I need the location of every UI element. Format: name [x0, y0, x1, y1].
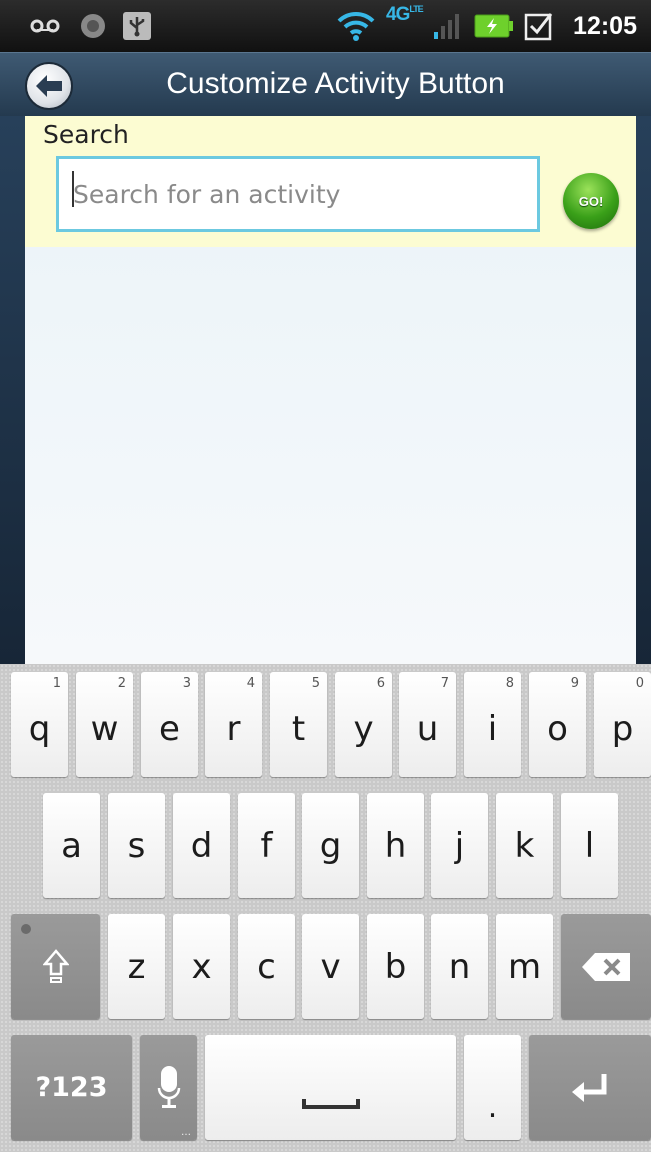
key-l[interactable]: l	[561, 793, 618, 898]
key-v[interactable]: v	[302, 914, 359, 1019]
battery-charging-icon	[474, 0, 514, 52]
signal-icon	[432, 0, 462, 52]
key-a[interactable]: a	[43, 793, 100, 898]
key-r[interactable]: 4r	[205, 672, 262, 777]
key-j[interactable]: j	[431, 793, 488, 898]
key-c[interactable]: c	[238, 914, 295, 1019]
period-label: .	[487, 1090, 498, 1125]
key-f[interactable]: f	[238, 793, 295, 898]
key-m[interactable]: m	[496, 914, 553, 1019]
status-bar: 4GLTE 12:05	[0, 0, 651, 52]
period-key[interactable]: .	[464, 1035, 521, 1140]
space-key[interactable]	[205, 1035, 456, 1140]
text-cursor	[72, 171, 74, 207]
enter-key[interactable]	[529, 1035, 651, 1140]
key-s[interactable]: s	[108, 793, 165, 898]
key-u[interactable]: 7u	[399, 672, 456, 777]
search-area: Search GO!	[25, 116, 636, 247]
back-arrow-icon	[36, 75, 62, 97]
key-t[interactable]: 5t	[270, 672, 327, 777]
key-x[interactable]: x	[173, 914, 230, 1019]
search-input[interactable]	[56, 156, 540, 232]
backspace-icon	[582, 952, 630, 981]
key-p[interactable]: 0p	[594, 672, 651, 777]
circle-icon	[80, 0, 106, 52]
page-title: Customize Activity Button	[166, 67, 505, 100]
key-k[interactable]: k	[496, 793, 553, 898]
more-indicator: …	[181, 1127, 191, 1138]
key-y[interactable]: 6y	[335, 672, 392, 777]
key-n[interactable]: n	[431, 914, 488, 1019]
key-o[interactable]: 9o	[529, 672, 586, 777]
key-z[interactable]: z	[108, 914, 165, 1019]
key-b[interactable]: b	[367, 914, 424, 1019]
key-d[interactable]: d	[173, 793, 230, 898]
shift-lock-indicator	[21, 924, 31, 934]
results-panel: Search GO!	[25, 116, 636, 664]
shift-icon	[42, 948, 69, 983]
search-label: Search	[43, 120, 129, 149]
checkbox-icon	[524, 0, 554, 52]
soft-keyboard: 1q 2w 3e 4r 5t 6y 7u 8i 9o 0p a s d f g …	[0, 664, 651, 1152]
clock: 12:05	[573, 11, 637, 40]
key-h[interactable]: h	[367, 793, 424, 898]
content-frame: Search GO!	[0, 116, 651, 664]
key-q[interactable]: 1q	[11, 672, 68, 777]
key-g[interactable]: g	[302, 793, 359, 898]
key-i[interactable]: 8i	[464, 672, 521, 777]
usb-icon	[123, 0, 151, 52]
microphone-icon	[157, 1065, 180, 1108]
network-type: 4GLTE	[386, 4, 424, 25]
space-icon	[302, 1099, 360, 1109]
key-e[interactable]: 3e	[141, 672, 198, 777]
wifi-icon	[336, 0, 376, 52]
symbols-key[interactable]: ?123	[11, 1035, 132, 1140]
enter-icon	[572, 1073, 607, 1102]
back-button[interactable]	[25, 62, 73, 110]
title-bar: Customize Activity Button	[0, 52, 651, 116]
voice-input-key[interactable]: …	[140, 1035, 197, 1140]
key-w[interactable]: 2w	[76, 672, 133, 777]
shift-key[interactable]	[11, 914, 100, 1019]
go-button[interactable]: GO!	[563, 173, 619, 229]
voicemail-icon	[30, 0, 60, 52]
backspace-key[interactable]	[561, 914, 651, 1019]
